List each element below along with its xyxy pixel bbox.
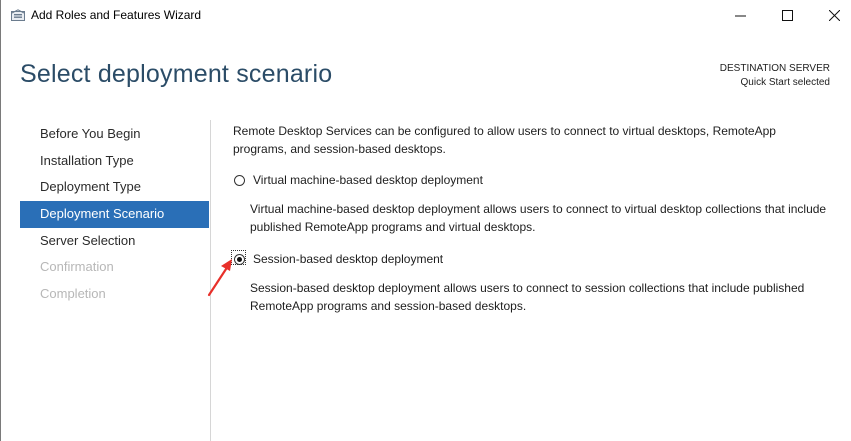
virtual-machine-deployment-label: Virtual machine-based desktop deployment [253, 173, 483, 187]
server-manager-icon [11, 9, 25, 21]
page-title: Select deployment scenario [20, 60, 333, 88]
close-icon [828, 10, 840, 21]
close-button[interactable] [811, 0, 851, 31]
nav-step-deployment-type[interactable]: Deployment Type [20, 174, 209, 201]
session-based-deployment-label: Session-based desktop deployment [253, 252, 444, 266]
wizard-step-nav: Before You Begin Installation Type Deplo… [20, 121, 209, 308]
virtual-machine-deployment-option[interactable]: Virtual machine-based desktop deployment [234, 173, 483, 187]
nav-step-confirmation: Confirmation [40, 259, 114, 275]
maximize-icon [781, 10, 793, 21]
minimize-button[interactable] [717, 0, 763, 31]
nav-step-deployment-scenario[interactable]: Deployment Scenario [20, 201, 209, 228]
destination-server-value: Quick Start selected [740, 77, 830, 88]
maximize-button[interactable] [764, 0, 810, 31]
nav-step-installation-type[interactable]: Installation Type [20, 148, 209, 175]
nav-step-before-you-begin[interactable]: Before You Begin [20, 121, 209, 148]
minimize-icon [734, 15, 746, 17]
nav-step-server-selection[interactable]: Server Selection [20, 228, 209, 255]
title-bar: Add Roles and Features Wizard [1, 0, 851, 31]
destination-server-label: DESTINATION SERVER [719, 63, 830, 74]
window-title: Add Roles and Features Wizard [31, 8, 202, 22]
session-based-deployment-description: Session-based desktop deployment allows … [250, 281, 805, 313]
nav-step-completion: Completion [40, 286, 106, 302]
wizard-window: Add Roles and Features Wizard Select dep… [0, 0, 851, 441]
virtual-machine-deployment-description: Virtual machine-based desktop deployment… [250, 202, 827, 234]
virtual-machine-deployment-radio[interactable] [234, 174, 245, 186]
session-based-deployment-option[interactable]: Session-based desktop deployment [234, 252, 443, 266]
destination-server: DESTINATION SERVER Quick Start selected [720, 62, 830, 90]
intro-text: Remote Desktop Services can be configure… [233, 124, 776, 156]
annotation-arrow-icon [207, 259, 232, 297]
